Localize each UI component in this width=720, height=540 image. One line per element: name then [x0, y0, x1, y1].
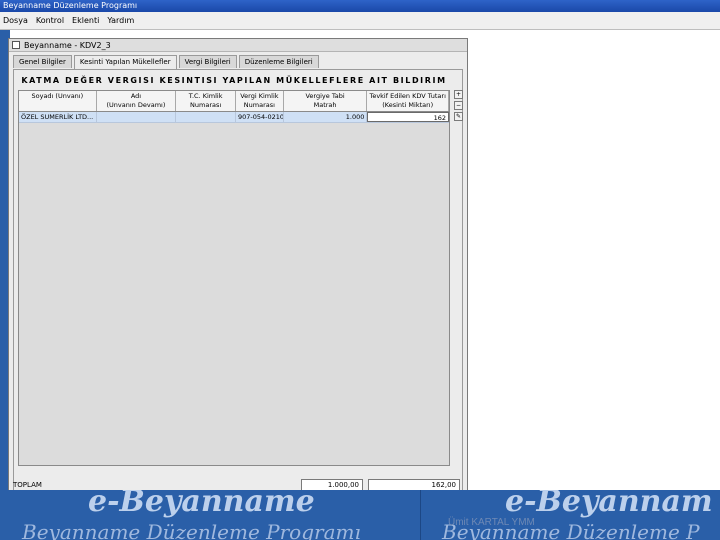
- table-row[interactable]: ÖZEL SUMERLİK LTD... 907-054-0210 1.000 …: [19, 112, 449, 123]
- menu-bar: Dosya Kontrol Eklenti Yardım: [0, 12, 720, 30]
- add-row-button[interactable]: +: [454, 90, 463, 99]
- column-header-line: (Unvanın Devamı): [106, 101, 166, 109]
- column-header-adi[interactable]: Adı (Unvanın Devamı): [97, 91, 177, 111]
- column-header-line: T.C. Kimlik: [188, 92, 223, 100]
- menu-kontrol[interactable]: Kontrol: [36, 16, 64, 25]
- column-header-line: Vergi Kimlik: [240, 92, 279, 100]
- grid-header: Soyadı (Unvanı) Adı (Unvanın Devamı) T.C…: [19, 91, 449, 112]
- column-header-matrah[interactable]: Vergiye Tabi Matrah: [284, 91, 368, 111]
- menu-eklenti[interactable]: Eklenti: [72, 16, 99, 25]
- column-header-line: Numarası: [243, 101, 275, 109]
- column-header-line: (Kesinti Miktarı): [382, 101, 434, 109]
- banner-left-subtitle: Beyanname Düzenleme Programı: [22, 520, 361, 540]
- banner-left-title: e-Beyanname: [88, 490, 315, 519]
- document-title: Beyanname - KDV2_3: [24, 40, 111, 50]
- panel-heading: KATMA DEĞER VERGISI KESINTISI YAPILAN MÜ…: [21, 76, 447, 85]
- column-header-line: Matrah: [313, 101, 337, 109]
- cell-soyadi[interactable]: ÖZEL SUMERLİK LTD...: [19, 112, 97, 122]
- column-header-line: Numarası: [190, 101, 222, 109]
- banner-divider: [420, 490, 421, 540]
- row-action-buttons: + − ✎: [454, 90, 463, 121]
- column-header-line: Tevkif Edilen KDV Tutarı: [369, 92, 446, 100]
- tab-genel-bilgiler[interactable]: Genel Bilgiler: [13, 55, 72, 68]
- column-header-line: Vergiye Tabi: [305, 92, 345, 100]
- document-window: Beyanname - KDV2_3 Genel Bilgiler Kesint…: [8, 38, 468, 498]
- column-header-tc-kimlik[interactable]: T.C. Kimlik Numarası: [176, 91, 236, 111]
- column-header-soyadi[interactable]: Soyadı (Unvanı): [19, 91, 97, 111]
- app-titlebar: Beyanname Düzenleme Programı: [0, 0, 720, 12]
- app-title: Beyanname Düzenleme Programı: [3, 1, 138, 10]
- cell-matrah[interactable]: 1.000: [284, 112, 368, 122]
- document-icon: [12, 41, 20, 49]
- column-header-line: Adı: [130, 92, 142, 100]
- cell-vergi-kimlik[interactable]: 907-054-0210: [236, 112, 284, 122]
- edit-row-button[interactable]: ✎: [454, 112, 463, 121]
- column-header-kdv-tutari[interactable]: Tevkif Edilen KDV Tutarı (Kesinti Miktar…: [367, 91, 449, 111]
- banner-right-title: e-Beyannam: [505, 490, 713, 519]
- menu-dosya[interactable]: Dosya: [3, 16, 28, 25]
- column-header-line: Soyadı (Unvanı): [31, 92, 84, 100]
- author-credit: Ümit KARTAL YMM: [448, 517, 535, 528]
- cell-tc-kimlik[interactable]: [176, 112, 236, 122]
- document-titlebar[interactable]: Beyanname - KDV2_3: [9, 39, 467, 52]
- cell-adi[interactable]: [97, 112, 177, 122]
- remove-row-button[interactable]: −: [454, 101, 463, 110]
- tab-duzenleme-bilgileri[interactable]: Düzenleme Bilgileri: [238, 55, 319, 68]
- tab-bar: Genel Bilgiler Kesinti Yapılan Mükellefl…: [13, 55, 319, 69]
- column-header-vergi-kimlik[interactable]: Vergi Kimlik Numarası: [236, 91, 284, 111]
- tab-panel: KATMA DEĞER VERGISI KESINTISI YAPILAN MÜ…: [13, 69, 463, 494]
- menu-yardim[interactable]: Yardım: [107, 16, 134, 25]
- tab-kesinti-yapilan-mukellefler[interactable]: Kesinti Yapılan Mükellefler: [73, 55, 177, 69]
- cell-kdv-tutari[interactable]: 162: [367, 112, 449, 122]
- tab-vergi-bilgileri[interactable]: Vergi Bilgileri: [178, 55, 237, 68]
- totals-label: TOPLAM: [13, 481, 42, 489]
- banner: e-Beyanname e-Beyannam Beyanname Düzenle…: [0, 490, 720, 540]
- data-grid[interactable]: Soyadı (Unvanı) Adı (Unvanın Devamı) T.C…: [18, 90, 450, 466]
